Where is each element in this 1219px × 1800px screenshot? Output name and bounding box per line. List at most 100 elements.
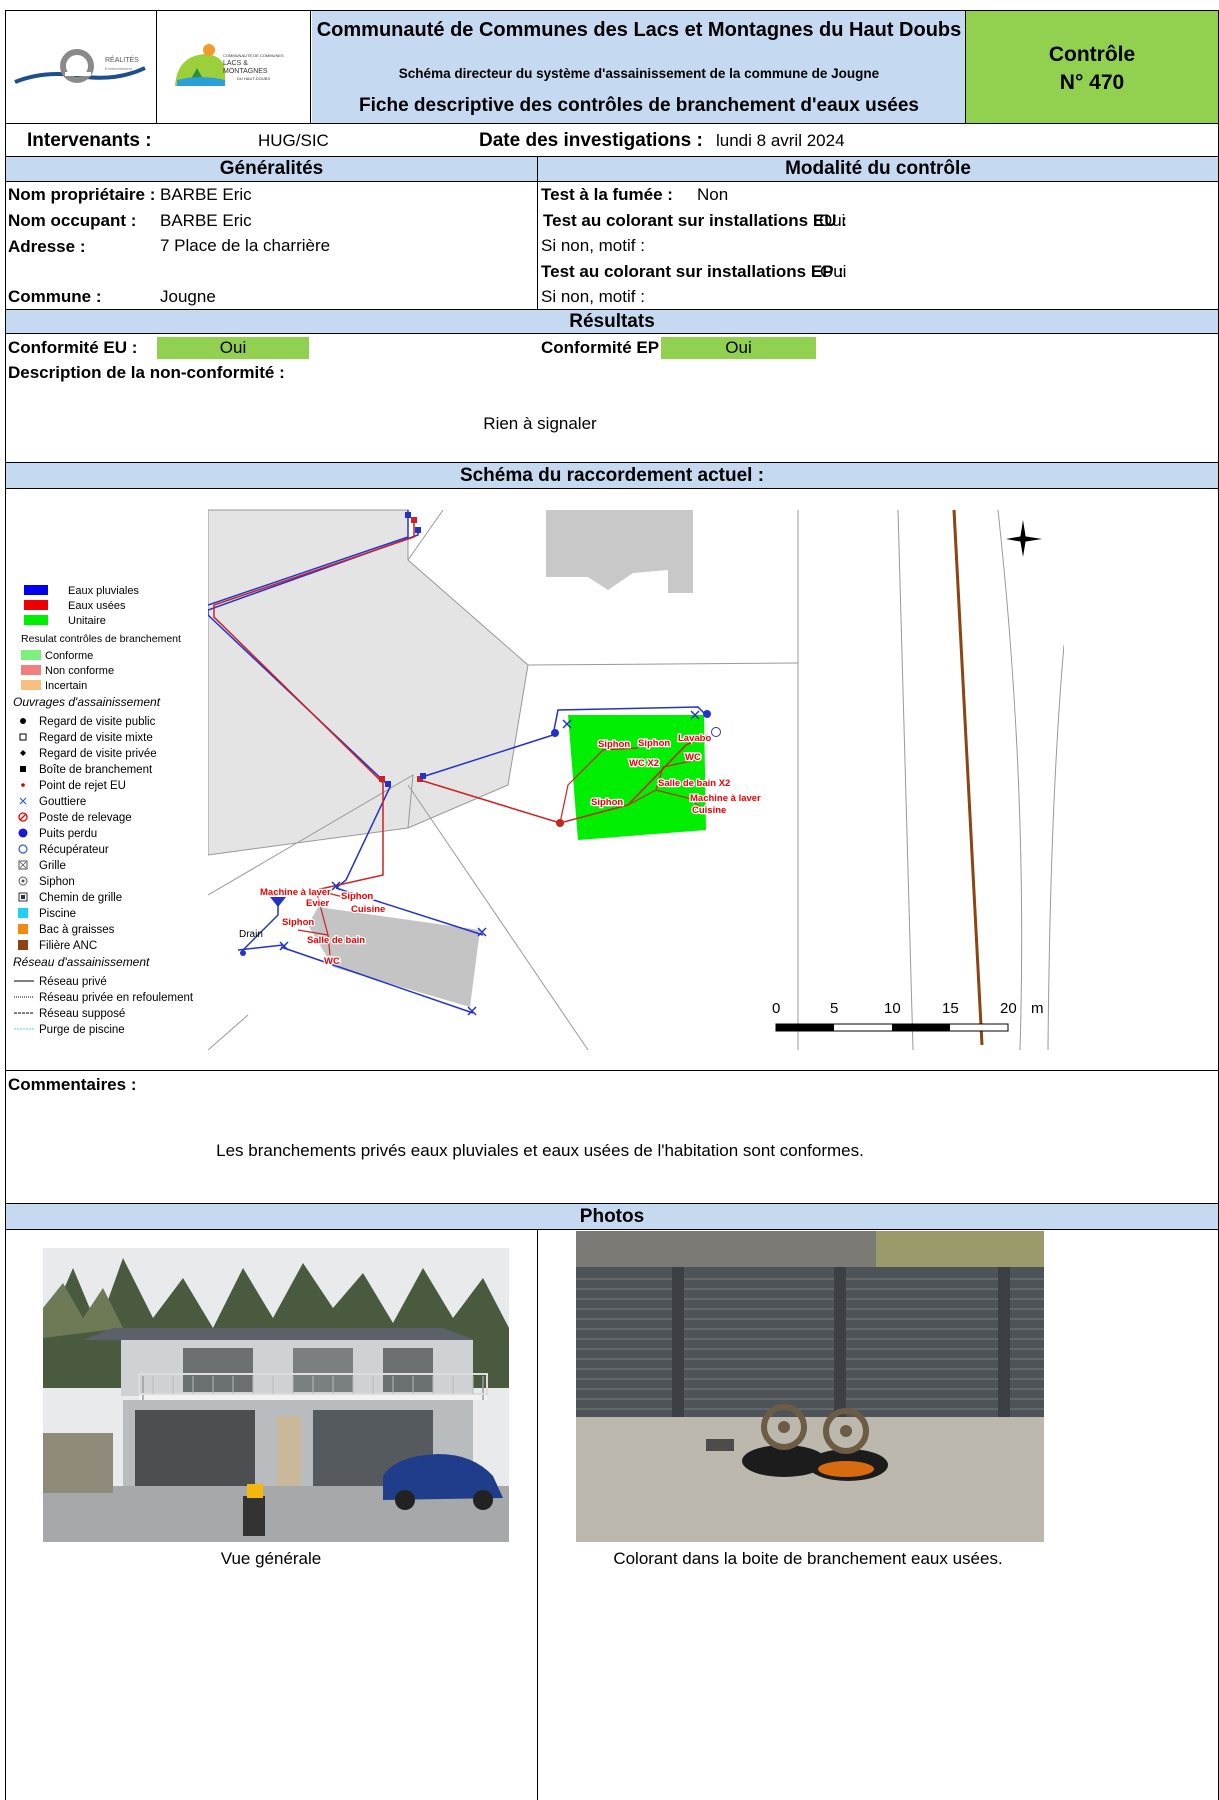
photos-heading: Photos [5, 1203, 1219, 1230]
smoke-value: Non [697, 185, 729, 204]
ep-drain [242, 900, 279, 951]
recuperateur-1 [711, 727, 721, 737]
scale-seg-1 [776, 1024, 834, 1031]
resultats-heading-text: Résultats [569, 310, 655, 332]
legend-work-14: Filière ANC [39, 940, 97, 952]
owner-value: BARBE Eric [160, 185, 252, 204]
title-block: Communauté de Communes des Lacs et Monta… [312, 11, 966, 123]
node-3 [415, 527, 421, 533]
map-label-sdb: Salle de bain [307, 935, 365, 946]
date-label: Date des investigations : [479, 130, 703, 151]
drain-node [240, 950, 246, 956]
logo1-sub: Environnement [105, 66, 133, 71]
legend-eu: Eaux usées [68, 600, 126, 612]
legend-network-title: Réseau d'assainissement [13, 955, 150, 969]
eu-dye-label: Test au colorant sur installations EU : [543, 211, 847, 230]
legend-network-3: Purge de piscine [39, 1024, 125, 1036]
ep-dye-label: Test au colorant sur installations EP : [541, 262, 844, 281]
photos-divider [537, 1229, 538, 1800]
nonconformity-value: Rien à signaler [483, 414, 597, 433]
legend-sym-mixte [19, 733, 27, 741]
scale-unit: m [1031, 1000, 1044, 1017]
puits-1 [551, 729, 559, 737]
neighbour-building [546, 510, 693, 593]
legend-work-0: Regard de visite public [39, 716, 156, 728]
ep-conformity-label: Conformité EP : [541, 338, 670, 357]
map-label-siphon-4: Siphon [341, 891, 373, 902]
address-label: Adresse : [8, 237, 86, 256]
control-label: Contrôle [1048, 43, 1136, 66]
legend-sym-chemin-inner [21, 895, 25, 899]
machine-node [270, 897, 286, 907]
node-8 [556, 819, 564, 827]
legend-results-title: Resulat contrôles de branchement [21, 633, 181, 645]
scale-tick-20: 20 [1000, 1000, 1017, 1017]
resultats-heading: Résultats [5, 309, 1219, 334]
parcel-plot [208, 509, 529, 856]
legend-sym-gouttiere [19, 797, 27, 805]
legend-sym-siphon-dot [21, 879, 25, 883]
ep-dye-value: Oui [820, 262, 847, 281]
legend-swatch-unitaire [24, 615, 48, 625]
eu-conformity-value: Oui [157, 337, 309, 359]
puits-2 [703, 710, 711, 718]
cclmhd-logo: COMMUNAUTÉ DE COMMUNES LACS & MONTAGNES … [157, 10, 311, 124]
legend-sym-boite [20, 766, 26, 772]
legend-unitaire: Unitaire [68, 615, 106, 627]
ep-conformity-value: Oui [661, 337, 816, 359]
cclmhd-logo-graphic: COMMUNAUTÉ DE COMMUNES LACS & MONTAGNES … [175, 44, 284, 86]
legend-network-1: Réseau privée en refoulement [39, 992, 194, 1004]
photos-heading-text: Photos [579, 1205, 645, 1227]
node-7 [420, 773, 426, 779]
map-label-siphon-3: Siphon [591, 797, 623, 808]
legend-sym-rejet [21, 783, 25, 787]
legend-work-3: Boîte de branchement [39, 764, 153, 776]
legend-swatch-ep [24, 585, 48, 595]
legend-sym-public [20, 718, 26, 724]
nonconformity-label: Description de la non-conformité : [8, 363, 285, 382]
legend-swatch-eu [24, 600, 48, 610]
map-legend: Eaux pluviales Eaux usées Unitaire Resul… [13, 585, 194, 1036]
legend-work-10: Siphon [39, 876, 75, 888]
legend-work-2: Regard de visite privée [39, 748, 157, 760]
map-label-machine-2: Machine à laver [260, 887, 331, 898]
legend-network-2: Réseau supposé [39, 1008, 125, 1020]
realites-logo-graphic: RÉALITÉS Environnement [14, 49, 146, 84]
control-number-box: Contrôle N° 470 [966, 11, 1218, 123]
road-edge-3 [1047, 644, 1064, 1050]
schema-heading-text: Schéma du raccordement actuel : [459, 464, 765, 486]
node-5 [385, 781, 391, 787]
scale-bar: 0 5 10 15 20 m [772, 1000, 1044, 1032]
legend-swatch-incertain [21, 680, 41, 690]
photo2-caption: Colorant dans la boite de branchement ea… [613, 1549, 1003, 1568]
scale-tick-10: 10 [884, 1000, 901, 1017]
legend-conforme: Conforme [45, 650, 93, 662]
map-label-cuisine-2: Cuisine [351, 904, 385, 915]
north-arrow-icon [1006, 520, 1042, 557]
map-label-machine-1: Machine à laver [690, 793, 761, 804]
map-label-wc-x2: WC X2 [629, 758, 659, 769]
node-1 [405, 512, 411, 518]
scale-tick-5: 5 [830, 1000, 838, 1017]
node-2 [411, 517, 417, 523]
intervenants-value: HUG/SIC [258, 131, 329, 150]
legend-network-0: Réseau privé [39, 976, 107, 988]
legend-work-8: Récupérateur [39, 844, 109, 856]
legend-swatch-nonconforme [21, 665, 41, 675]
org-title: Communauté de Communes des Lacs et Monta… [316, 19, 962, 41]
address-value: 7 Place de la charrière [160, 236, 331, 255]
road-edge-2 [997, 509, 1023, 1050]
map-label-wc-1: WC [685, 752, 701, 763]
legend-work-4: Point de rejet EU [39, 780, 126, 792]
comments-text: Les branchements privés eaux pluviales e… [216, 1141, 864, 1160]
subtitle: Schéma directeur du système d'assainisse… [398, 66, 880, 81]
map-label-evier: Evier [306, 898, 330, 909]
schema-heading: Schéma du raccordement actuel : [5, 462, 1219, 489]
legend-work-5: Gouttiere [39, 796, 86, 808]
generalites-heading: Généralités [5, 156, 538, 182]
occupant-label: Nom occupant : [8, 211, 137, 230]
eu-conformity-label: Conformité EU : [8, 338, 138, 357]
anc-line [952, 509, 984, 1046]
legend-ep: Eaux pluviales [68, 585, 139, 597]
map-label-sdb-x2: Salle de bain X2 [658, 778, 730, 789]
